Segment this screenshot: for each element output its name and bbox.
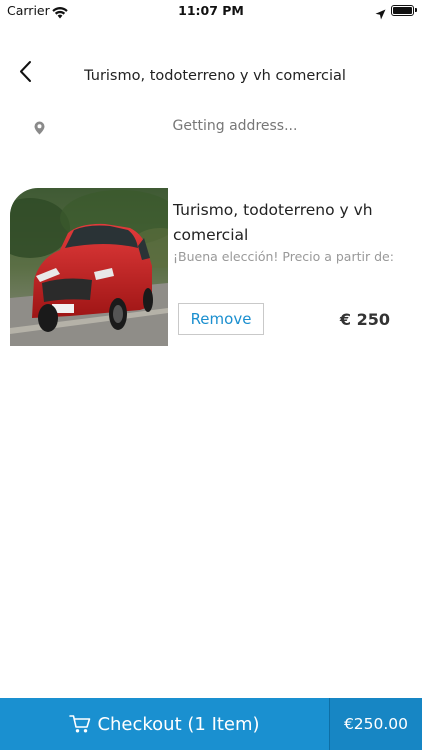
address-row[interactable]: Getting address... (0, 114, 422, 140)
page-title: Turismo, todoterreno y vh comercial (84, 68, 346, 84)
address-text: Getting address... (172, 118, 298, 134)
item-title: Turismo, todoterreno y vh comercial (173, 201, 373, 244)
checkout-bar: Checkout (1 Item) €250.00 (0, 698, 422, 750)
item-description: ¡Buena elección! Precio a partir de: (173, 249, 394, 264)
cart-icon (69, 714, 91, 734)
status-time: 11:07 PM (178, 3, 244, 18)
battery-icon (391, 5, 414, 16)
cart-total: €250.00 (330, 698, 422, 750)
status-bar: Carrier 11:07 PM (0, 0, 422, 22)
item-image[interactable] (10, 188, 168, 346)
item-price: € 250 (339, 310, 390, 329)
location-arrow-icon (375, 5, 386, 24)
cart-item: Turismo, todoterreno y vh comercial ¡Bue… (0, 188, 422, 348)
checkout-label: Checkout (1 Item) (97, 713, 260, 735)
battery-tip (415, 8, 417, 12)
remove-button[interactable]: Remove (178, 303, 264, 335)
nav-header: Turismo, todoterreno y vh comercial (0, 50, 422, 100)
checkout-button[interactable]: Checkout (1 Item) (0, 698, 329, 750)
